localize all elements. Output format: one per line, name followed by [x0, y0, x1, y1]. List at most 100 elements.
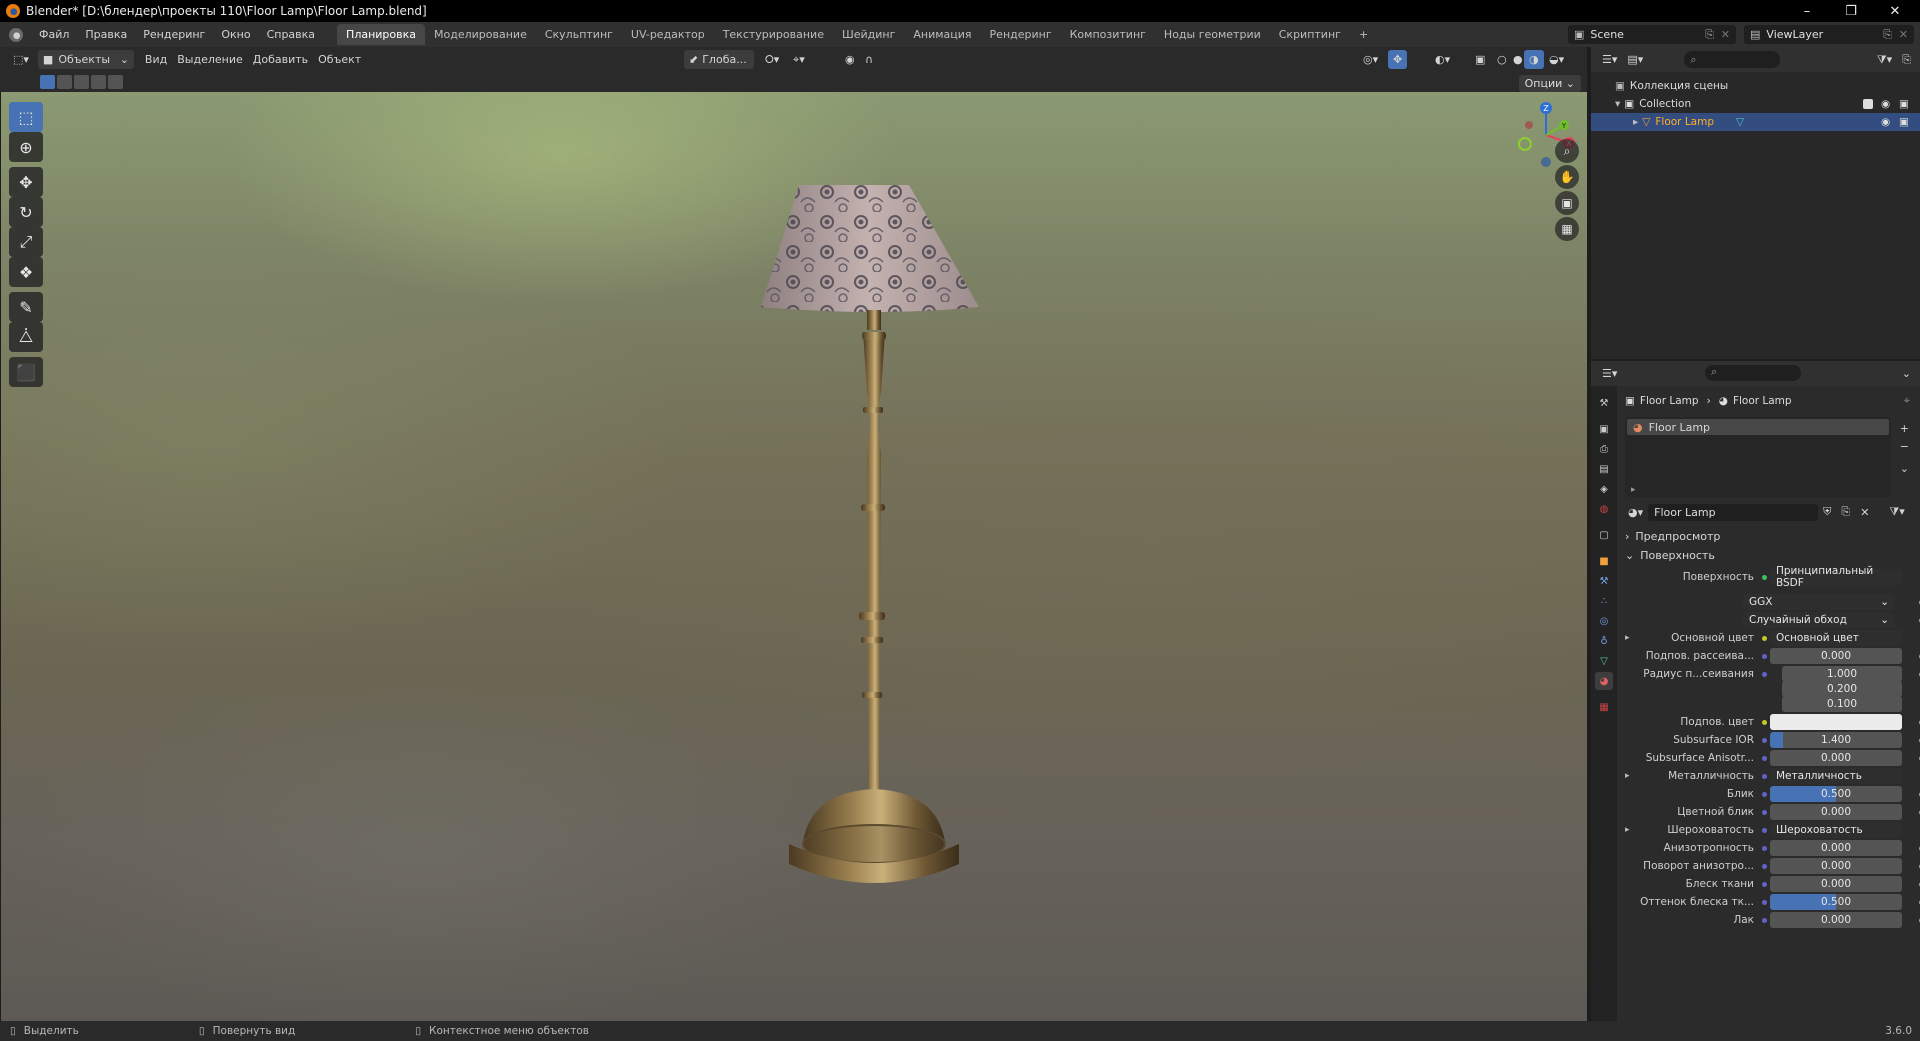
tab-animation[interactable]: Анимация: [904, 24, 980, 45]
select-mode-intersect-icon[interactable]: [108, 75, 123, 89]
remove-view-layer-icon[interactable]: ✕: [1899, 28, 1908, 41]
menu-object[interactable]: Объект: [313, 50, 366, 69]
gizmo-toggle-icon[interactable]: ✥: [1388, 50, 1408, 69]
expand-chevron-icon[interactable]: ▸: [1633, 116, 1638, 128]
tab-shading[interactable]: Шейдинг: [833, 24, 904, 45]
view-layer-tab-icon[interactable]: ▤: [1595, 460, 1613, 478]
pin-icon[interactable]: ⌖: [1904, 394, 1910, 408]
properties-editor-type-icon[interactable]: ☰▾: [1597, 364, 1622, 383]
tool-tab-icon[interactable]: ⚒: [1595, 394, 1613, 412]
roughness-field[interactable]: Шероховатость: [1770, 822, 1902, 838]
scene-tab-icon[interactable]: ◈: [1595, 480, 1613, 498]
new-view-layer-icon[interactable]: ⎘: [1883, 28, 1892, 42]
subsurface-ior-field[interactable]: 1.400: [1770, 732, 1902, 748]
menu-view[interactable]: Вид: [140, 50, 172, 69]
sheen-field[interactable]: 0.000: [1770, 876, 1902, 892]
outliner-row-floor-lamp[interactable]: ▸ ▽ Floor Lamp ▽ ◉ ▣: [1591, 113, 1920, 131]
options-dropdown[interactable]: Опции ⌄: [1518, 75, 1581, 92]
render-camera-icon[interactable]: ▣: [1899, 98, 1909, 110]
duplicate-material-icon[interactable]: ⎘: [1836, 503, 1855, 522]
data-tab-icon[interactable]: ▽: [1595, 652, 1613, 670]
move-tool[interactable]: ✥: [9, 167, 43, 197]
tab-scripting[interactable]: Скриптинг: [1270, 24, 1350, 45]
measure-tool[interactable]: ⧊: [9, 322, 43, 352]
select-mode-subtract-icon[interactable]: [74, 75, 89, 89]
menu-help[interactable]: Справка: [259, 22, 323, 47]
collection-tab-icon[interactable]: ▢: [1595, 526, 1613, 544]
proportional-edit-icon[interactable]: ◉: [840, 50, 860, 69]
subsurface-radius-z-field[interactable]: 0.100: [1782, 696, 1902, 712]
tab-sculpting[interactable]: Скульптинг: [536, 24, 622, 45]
properties-options-icon[interactable]: ⌄: [1897, 364, 1916, 383]
metallic-field[interactable]: Металличность: [1770, 768, 1902, 784]
eye-icon[interactable]: ◉: [1881, 116, 1890, 128]
select-mode-new-icon[interactable]: [40, 75, 55, 89]
annotate-tool[interactable]: ✎: [9, 292, 43, 322]
view-layer-selector[interactable]: ▤ ViewLayer ⎘ ✕: [1744, 25, 1914, 44]
add-workspace-icon[interactable]: +: [1350, 24, 1377, 45]
expand-chevron-icon[interactable]: ▸: [1625, 771, 1630, 781]
base-color-field[interactable]: Основной цвет: [1770, 630, 1902, 646]
scale-tool[interactable]: ⤢: [9, 227, 43, 257]
browse-material-icon[interactable]: ◕▾: [1623, 503, 1648, 522]
menu-render[interactable]: Рендеринг: [135, 22, 213, 47]
tab-geometry-nodes[interactable]: Ноды геометрии: [1155, 24, 1270, 45]
physics-tab-icon[interactable]: ◎: [1595, 612, 1613, 630]
fake-user-shield-icon[interactable]: ⛨: [1818, 503, 1836, 522]
distribution-dropdown[interactable]: GGX ⌄: [1743, 594, 1895, 610]
material-filter-icon[interactable]: ⧩▾: [1884, 503, 1909, 522]
subsurface-field[interactable]: 0.000: [1770, 648, 1902, 664]
subsurface-method-dropdown[interactable]: Случайный обход ⌄: [1743, 612, 1895, 628]
tab-modeling[interactable]: Моделирование: [425, 24, 536, 45]
rendered-shading-icon[interactable]: ◒▾: [1544, 50, 1569, 69]
add-cube-tool[interactable]: ⬛: [9, 357, 43, 387]
clearcoat-field[interactable]: 0.000: [1770, 912, 1902, 928]
camera-view-icon[interactable]: ▣: [1555, 191, 1579, 215]
restore-button[interactable]: ❐: [1828, 0, 1874, 22]
outliner-editor-type-icon[interactable]: ☰▾: [1597, 50, 1622, 69]
blender-menu-icon[interactable]: [9, 27, 23, 42]
close-button[interactable]: ✕: [1872, 0, 1918, 22]
new-collection-icon[interactable]: ⎘: [1897, 50, 1916, 69]
specular-field[interactable]: 0.500: [1770, 786, 1902, 802]
filter-icon[interactable]: ⧩▾: [1872, 50, 1897, 69]
anisotropic-field[interactable]: 0.000: [1770, 840, 1902, 856]
tab-layout[interactable]: Планировка: [337, 24, 426, 45]
zoom-icon[interactable]: ⌕: [1555, 139, 1579, 163]
anisotropic-rotation-field[interactable]: 0.000: [1770, 858, 1902, 874]
world-tab-icon[interactable]: ◍: [1595, 500, 1613, 518]
collapse-chevron-icon[interactable]: ▾: [1615, 98, 1620, 110]
material-slot-row[interactable]: ◕ Floor Lamp: [1627, 419, 1889, 435]
transform-orientation-selector[interactable]: ⬋ Глоба...: [684, 50, 754, 69]
tab-compositing[interactable]: Композитинг: [1061, 24, 1155, 45]
editor-type-icon[interactable]: ⬚▾: [8, 50, 34, 69]
cursor-tool[interactable]: ⊕: [9, 132, 43, 162]
snap-icon[interactable]: ⌖▾: [788, 50, 810, 69]
tab-rendering[interactable]: Рендеринг: [981, 24, 1061, 45]
surface-shader-field[interactable]: Принципиальный BSDF: [1770, 565, 1902, 589]
minimize-button[interactable]: –: [1784, 0, 1830, 22]
pan-hand-icon[interactable]: ✋: [1555, 165, 1579, 189]
slot-specials-icon[interactable]: ⌄: [1895, 459, 1914, 478]
visibility-icon[interactable]: ◎▾: [1358, 50, 1383, 69]
transform-tool[interactable]: ❖: [9, 257, 43, 287]
outliner-row-scene-collection[interactable]: ▣ Коллекция сцены: [1591, 77, 1920, 95]
material-name-field[interactable]: Floor Lamp: [1648, 503, 1819, 521]
specular-tint-field[interactable]: 0.000: [1770, 804, 1902, 820]
outliner-row-collection[interactable]: ▾ ▣ Collection ◉ ▣: [1591, 95, 1920, 113]
mode-selector[interactable]: ■ Объекты ⌄: [37, 50, 134, 69]
subsurface-color-swatch[interactable]: [1770, 714, 1902, 730]
material-tab-icon[interactable]: ◕: [1595, 672, 1613, 690]
preview-section-header[interactable]: › Предпросмотр: [1617, 526, 1920, 546]
properties-search-input[interactable]: ⌕: [1705, 365, 1801, 381]
particles-tab-icon[interactable]: ∴: [1595, 592, 1613, 610]
tab-texture-paint[interactable]: Текстурирование: [714, 24, 833, 45]
perspective-toggle-icon[interactable]: ▦: [1555, 217, 1579, 241]
material-preview-shading-icon[interactable]: ◑: [1524, 50, 1544, 69]
select-box-tool[interactable]: ⬚: [9, 102, 43, 132]
overlays-icon[interactable]: ◐▾: [1430, 50, 1455, 69]
modifiers-tab-icon[interactable]: ⚒: [1595, 572, 1613, 590]
constraints-tab-icon[interactable]: ♁: [1595, 632, 1613, 650]
xray-icon[interactable]: ▣: [1470, 50, 1490, 69]
expand-chevron-icon[interactable]: ▸: [1625, 633, 1630, 643]
